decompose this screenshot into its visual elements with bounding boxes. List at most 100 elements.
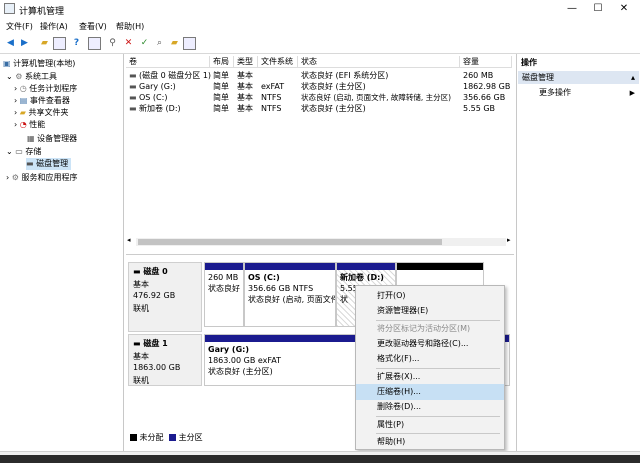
disk-state: 联机 bbox=[133, 304, 149, 313]
scroll-right-icon[interactable]: ▸ bbox=[507, 236, 511, 244]
menu-item-shrink-volume[interactable]: 压缩卷(H)... bbox=[356, 384, 504, 400]
tree-item-shared-folders[interactable]: › ▰ 共享文件夹 bbox=[14, 107, 68, 119]
volume-name: 新加卷 (D:) bbox=[139, 104, 181, 113]
collapse-icon[interactable]: ▴ bbox=[631, 71, 635, 84]
partition-label: 新加卷 (D:) bbox=[340, 273, 384, 282]
scroll-left-icon[interactable]: ◂ bbox=[127, 236, 131, 244]
menu-item-change-drive-letter[interactable]: 更改驱动器号和路径(C)... bbox=[356, 336, 504, 352]
tree-item-storage[interactable]: ⌄ ▭ 存储 bbox=[6, 146, 41, 158]
chevron-right-icon[interactable]: › bbox=[6, 173, 9, 182]
chevron-right-icon[interactable]: › bbox=[14, 96, 17, 105]
menu-action[interactable]: 操作(A) bbox=[40, 21, 68, 32]
volume-fs: NTFS bbox=[261, 104, 282, 113]
partition-size: 260 MB bbox=[208, 273, 239, 282]
actions-pane: 操作 磁盘管理 ▴ 更多操作 ▶ bbox=[516, 54, 640, 451]
properties-icon[interactable] bbox=[88, 37, 101, 50]
event-icon: ▤ bbox=[19, 96, 28, 105]
table-row[interactable]: ▬ Gary (G:) 简单 基本 exFAT 状态良好 (主分区) 1862.… bbox=[126, 81, 514, 92]
menu-item-delete-volume[interactable]: 删除卷(D)... bbox=[356, 399, 504, 415]
menu-view[interactable]: 查看(V) bbox=[79, 21, 107, 32]
column-header-volume[interactable]: 卷 bbox=[126, 56, 210, 68]
forward-icon[interactable]: ▶ bbox=[18, 37, 31, 50]
chevron-right-icon[interactable]: › bbox=[14, 84, 17, 93]
chevron-down-icon[interactable]: ⌄ bbox=[6, 147, 13, 156]
disk-size: 1863.00 GB bbox=[133, 363, 181, 372]
table-row[interactable]: ▬ 新加卷 (D:) 简单 基本 NTFS 状态良好 (主分区) 5.55 GB bbox=[126, 103, 514, 114]
minimize-button[interactable]: — bbox=[560, 1, 584, 17]
view-icon[interactable] bbox=[183, 37, 196, 50]
more-actions[interactable]: 更多操作 ▶ bbox=[539, 87, 639, 99]
folder-icon: ▰ bbox=[19, 108, 26, 117]
tree-item-system-tools[interactable]: ⌄ ⚙ 系统工具 bbox=[6, 71, 57, 83]
check-icon[interactable]: ✓ bbox=[138, 37, 151, 50]
partition-label: OS (C:) bbox=[248, 273, 280, 282]
menu-item-properties[interactable]: 属性(P) bbox=[356, 417, 504, 433]
tree-item-task-scheduler[interactable]: › ◷ 任务计划程序 bbox=[14, 83, 77, 95]
chevron-down-icon[interactable]: ⌄ bbox=[6, 72, 13, 81]
partition-size: 356.66 GB NTFS bbox=[248, 284, 314, 293]
app-icon bbox=[4, 3, 15, 14]
volume-status: 状态良好 (主分区) bbox=[301, 82, 366, 91]
volume-status: 状态良好 (启动, 页面文件, 故障转储, 主分区) bbox=[301, 93, 452, 102]
open-folder-icon[interactable]: ▰ bbox=[168, 37, 181, 50]
table-row[interactable]: ▬ (磁盘 0 磁盘分区 1) 简单 基本 状态良好 (EFI 系统分区) 26… bbox=[126, 70, 514, 81]
table-row[interactable]: ▬ OS (C:) 简单 基本 NTFS 状态良好 (启动, 页面文件, 故障转… bbox=[126, 92, 514, 103]
more-actions-label: 更多操作 bbox=[539, 88, 571, 97]
disk-1-label[interactable]: ▬ 磁盘 1 基本 1863.00 GB 联机 bbox=[128, 334, 202, 386]
column-header-type[interactable]: 类型 bbox=[234, 56, 258, 68]
column-header-status[interactable]: 状态 bbox=[298, 56, 460, 68]
delete-icon[interactable]: ✕ bbox=[122, 37, 135, 50]
scrollbar-thumb[interactable] bbox=[138, 239, 442, 245]
maximize-button[interactable]: ☐ bbox=[586, 1, 610, 17]
menu-file[interactable]: 文件(F) bbox=[6, 21, 33, 32]
partition-efi[interactable]: 260 MB 状态良好 bbox=[204, 262, 244, 327]
column-header-layout[interactable]: 布局 bbox=[210, 56, 234, 68]
disk-name: ▬ 磁盘 1 bbox=[133, 339, 168, 348]
console-tree-icon[interactable] bbox=[53, 37, 66, 50]
computer-icon: ▣ bbox=[3, 59, 11, 68]
disk-icon: ▬ bbox=[133, 267, 141, 276]
folder-up-icon[interactable]: ▰ bbox=[38, 37, 51, 50]
chevron-right-icon[interactable]: › bbox=[14, 108, 17, 117]
services-icon: ⚙ bbox=[11, 173, 19, 182]
close-button[interactable]: ✕ bbox=[612, 1, 636, 17]
tree-root[interactable]: ▣ 计算机管理(本地) bbox=[3, 58, 75, 70]
legend-primary: 主分区 bbox=[178, 433, 203, 442]
help-icon[interactable]: ? bbox=[70, 37, 83, 50]
partition-status: 状态良好 (启动, 页面文件 bbox=[248, 295, 336, 304]
horizontal-scrollbar[interactable]: ◂ ▸ bbox=[127, 236, 511, 246]
legend: 未分配 主分区 bbox=[130, 432, 203, 443]
tree-item-device-manager[interactable]: ▦ 设备管理器 bbox=[27, 133, 77, 145]
disk-type: 基本 bbox=[133, 352, 149, 361]
menu-item-format[interactable]: 格式化(F)... bbox=[356, 351, 504, 367]
tree-item-disk-management[interactable]: ▬ 磁盘管理 bbox=[26, 158, 72, 170]
partition-bar bbox=[205, 263, 243, 270]
tree-item-label: 任务计划程序 bbox=[29, 84, 78, 93]
connect-icon[interactable]: ⚲ bbox=[106, 37, 119, 50]
partition-c[interactable]: OS (C:) 356.66 GB NTFS 状态良好 (启动, 页面文件 bbox=[244, 262, 336, 327]
chevron-right-icon[interactable]: › bbox=[14, 120, 17, 129]
section-label: 磁盘管理 bbox=[522, 73, 554, 82]
column-header-filesystem[interactable]: 文件系统 bbox=[258, 56, 298, 68]
search-icon[interactable]: ⌕ bbox=[153, 37, 166, 50]
menu-item-open[interactable]: 打开(O) bbox=[356, 288, 504, 304]
tree-item-label: 性能 bbox=[29, 120, 46, 129]
menu-item-help[interactable]: 帮助(H) bbox=[356, 434, 504, 450]
volume-capacity: 1862.98 GB bbox=[463, 82, 511, 91]
disk-0-label[interactable]: ▬ 磁盘 0 基本 476.92 GB 联机 bbox=[128, 262, 202, 332]
menu-item-explorer[interactable]: 资源管理器(E) bbox=[356, 303, 504, 319]
tree-item-event-viewer[interactable]: › ▤ 事件查看器 bbox=[14, 95, 70, 107]
tree-item-services-apps[interactable]: › ⚙ 服务和应用程序 bbox=[6, 172, 77, 184]
menu-item-extend-volume[interactable]: 扩展卷(X)... bbox=[356, 369, 504, 385]
volume-drive-icon: ▬ bbox=[129, 93, 137, 102]
partition-bar bbox=[337, 263, 395, 270]
actions-section-disk-management[interactable]: 磁盘管理 ▴ bbox=[518, 71, 639, 84]
back-icon[interactable]: ◀ bbox=[4, 37, 17, 50]
disk-state: 联机 bbox=[133, 376, 149, 385]
tools-icon: ⚙ bbox=[15, 72, 23, 81]
menu-help[interactable]: 帮助(H) bbox=[116, 21, 144, 32]
column-header-capacity[interactable]: 容量 bbox=[460, 56, 512, 68]
volume-drive-icon: ▬ bbox=[129, 82, 137, 91]
volume-type: 基本 bbox=[237, 93, 253, 102]
tree-item-performance[interactable]: › ◔ 性能 bbox=[14, 119, 45, 131]
